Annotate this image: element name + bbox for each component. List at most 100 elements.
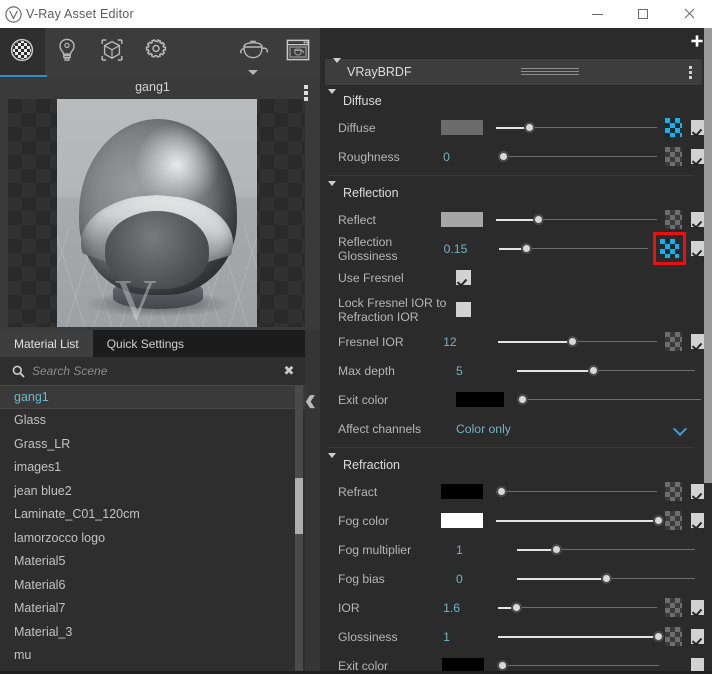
texture-slot[interactable] [665, 118, 682, 137]
texture-slot[interactable] [659, 239, 679, 258]
enable-checkbox[interactable] [690, 484, 704, 499]
affect-channels-dropdown[interactable]: Color only [456, 422, 511, 436]
value-slider[interactable] [498, 601, 657, 615]
list-item[interactable]: Material7 [0, 597, 305, 621]
texture-slot[interactable] [665, 482, 682, 501]
enable-checkbox[interactable] [690, 212, 704, 227]
list-item[interactable]: jean blue2 [0, 479, 305, 503]
chevron-left-icon-panel[interactable]: ❮ [306, 393, 317, 409]
value-slider[interactable] [498, 150, 657, 164]
list-item[interactable]: Grass_LR [0, 432, 305, 456]
enable-checkbox[interactable] [690, 120, 704, 135]
list-item[interactable]: Material5 [0, 550, 305, 574]
toolbar-item-render-preview[interactable] [231, 28, 276, 77]
preview-material-name: gang1 [135, 80, 170, 94]
toolbar-item-settings[interactable] [134, 28, 179, 77]
minimize-button[interactable] [574, 0, 620, 28]
param-value[interactable]: 1.6 [443, 601, 491, 615]
param-value[interactable]: 0 [443, 150, 491, 164]
geometry-cube-icon [99, 37, 125, 68]
list-item[interactable]: Laminate_C01_120cm [0, 503, 305, 527]
color-swatch[interactable] [441, 120, 484, 135]
search-input[interactable] [32, 364, 277, 378]
texture-slot-highlight[interactable] [652, 232, 686, 265]
toolbar-item-lights[interactable] [45, 28, 90, 77]
list-item[interactable]: Material6 [0, 573, 305, 597]
preview-checker-background[interactable]: V [8, 99, 305, 327]
param-label: Roughness [338, 149, 400, 164]
texture-slot[interactable] [664, 147, 682, 166]
section-divider [328, 175, 694, 176]
scrollbar-thumb[interactable] [295, 478, 303, 534]
color-swatch[interactable] [456, 392, 504, 407]
param-value[interactable]: 1 [456, 543, 510, 557]
param-label: Fog multiplier [338, 542, 412, 557]
chevron-down-icon[interactable] [675, 424, 686, 435]
texture-slot[interactable] [664, 627, 682, 646]
param-value[interactable]: 12 [443, 335, 491, 349]
list-item[interactable]: Glass [0, 409, 305, 433]
value-slider[interactable] [498, 630, 665, 644]
chevron-down-icon[interactable] [328, 88, 336, 108]
enable-checkbox[interactable] [690, 334, 704, 349]
scrollbar-thumb[interactable] [704, 28, 712, 483]
list-item[interactable]: mu [0, 644, 305, 668]
more-vertical-icon[interactable] [689, 66, 692, 79]
brdf-header[interactable]: VRayBRDF [325, 58, 702, 85]
color-swatch[interactable] [441, 212, 484, 227]
value-slider[interactable] [496, 514, 665, 528]
color-swatch[interactable] [441, 513, 484, 528]
material-list[interactable]: gang1 Glass Grass_LR images1 jean blue2 … [0, 385, 305, 673]
value-slider[interactable] [517, 572, 695, 586]
param-value[interactable]: 1 [443, 630, 491, 644]
tab-quick-settings[interactable]: Quick Settings [93, 330, 198, 357]
section-header-refraction[interactable]: Refraction [320, 452, 704, 477]
drag-handle-icon[interactable] [521, 68, 579, 76]
value-slider[interactable] [498, 335, 657, 349]
more-vertical-icon[interactable] [304, 85, 308, 101]
value-slider[interactable] [496, 213, 658, 227]
use-fresnel-checkbox[interactable] [456, 270, 471, 285]
maximize-button[interactable] [620, 0, 666, 28]
value-slider[interactable] [498, 242, 648, 256]
texture-slot[interactable] [664, 598, 682, 617]
section-header-diffuse[interactable]: Diffuse [320, 88, 704, 113]
lock-fresnel-ior-checkbox[interactable] [456, 302, 471, 317]
value-slider[interactable] [496, 485, 658, 499]
list-item[interactable]: Material_3 [0, 620, 305, 644]
param-value[interactable]: 0 [456, 572, 510, 586]
list-item[interactable]: images1 [0, 456, 305, 480]
value-slider[interactable] [517, 543, 695, 557]
value-slider[interactable] [496, 121, 658, 135]
param-value[interactable]: 5 [456, 364, 510, 378]
list-item[interactable]: gang1 [0, 385, 305, 409]
gear-settings-icon [143, 37, 169, 68]
list-item[interactable]: lamorzocco logo [0, 526, 305, 550]
enable-checkbox[interactable] [690, 241, 704, 256]
tab-material-list[interactable]: Material List [0, 330, 93, 357]
clear-x-icon[interactable]: ✖ [277, 363, 301, 379]
chevron-down-icon[interactable] [328, 452, 336, 472]
chevron-down-icon[interactable] [328, 180, 336, 200]
material-list-scrollbar[interactable] [295, 385, 303, 673]
toolbar-item-render-window[interactable] [275, 28, 320, 77]
toolbar-item-geometry[interactable] [89, 28, 134, 77]
value-slider[interactable] [517, 364, 695, 378]
section-header-reflection[interactable]: Reflection [320, 180, 704, 205]
texture-slot[interactable] [664, 332, 682, 351]
chevron-down-icon[interactable] [333, 58, 341, 81]
enable-checkbox[interactable] [690, 513, 704, 528]
close-button[interactable] [666, 0, 712, 28]
enable-checkbox[interactable] [690, 629, 704, 644]
toolbar-item-materials[interactable] [0, 28, 47, 77]
enable-checkbox[interactable] [690, 149, 704, 164]
value-slider[interactable] [517, 393, 701, 407]
param-value[interactable]: 0.15 [444, 242, 492, 256]
texture-slot[interactable] [665, 210, 682, 229]
chevron-down-icon[interactable] [248, 70, 259, 75]
param-row-refract: Refract [320, 477, 704, 506]
enable-checkbox[interactable] [690, 600, 704, 615]
right-panel-scrollbar[interactable] [704, 28, 712, 674]
color-swatch[interactable] [441, 484, 484, 499]
texture-slot[interactable] [665, 511, 682, 530]
